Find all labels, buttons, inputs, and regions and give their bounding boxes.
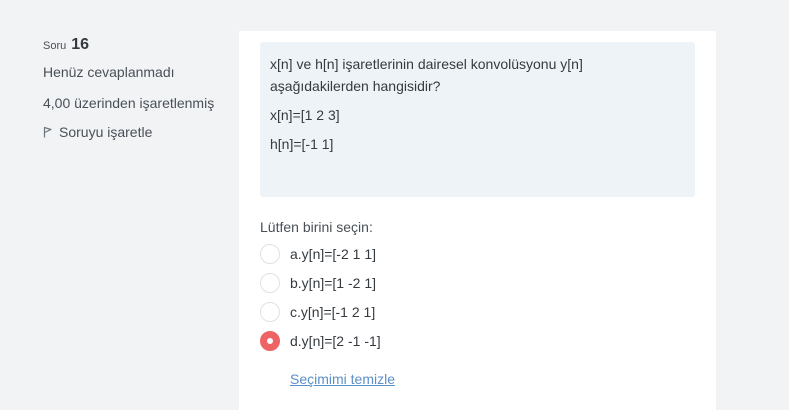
answer-option-a-label[interactable]: a.y[n]=[-2 1 1] bbox=[290, 246, 376, 262]
question-number-line: Soru 16 bbox=[43, 36, 233, 54]
answer-option-c[interactable]: c.y[n]=[-1 2 1] bbox=[260, 297, 690, 326]
answer-block: Lütfen birini seçin: a.y[n]=[-2 1 1] b.y… bbox=[260, 218, 690, 389]
flag-question-label: Soruyu işaretle bbox=[59, 124, 153, 140]
question-content: x[n] ve h[n] işaretlerinin dairesel konv… bbox=[239, 31, 716, 410]
question-grade: 4,00 üzerinden işaretlenmiş bbox=[43, 95, 215, 111]
answer-option-d[interactable]: d.y[n]=[2 -1 -1] bbox=[260, 326, 690, 355]
question-number: 16 bbox=[71, 36, 90, 53]
flag-question-link[interactable]: Soruyu işaretle bbox=[43, 122, 233, 142]
answer-option-a[interactable]: a.y[n]=[-2 1 1] bbox=[260, 239, 690, 268]
question-text-box: x[n] ve h[n] işaretlerinin dairesel konv… bbox=[260, 42, 695, 197]
answer-option-d-label[interactable]: d.y[n]=[2 -1 -1] bbox=[290, 333, 381, 349]
question-text: x[n] ve h[n] işaretlerinin dairesel konv… bbox=[270, 56, 583, 94]
question-number-label: Soru bbox=[43, 40, 67, 52]
answer-prompt: Lütfen birini seçin: bbox=[260, 219, 373, 235]
flag-icon bbox=[43, 126, 53, 138]
h-definition: h[n]=[-1 1] bbox=[270, 136, 334, 152]
radio-option-c[interactable] bbox=[260, 301, 280, 322]
x-definition: x[n]=[1 2 3] bbox=[270, 107, 340, 123]
answer-option-b-label[interactable]: b.y[n]=[1 -2 1] bbox=[290, 275, 376, 291]
clear-choice-link[interactable]: Seçimimi temizle bbox=[290, 371, 395, 387]
question-state: Henüz cevaplanmadı bbox=[43, 64, 175, 80]
answer-option-c-label[interactable]: c.y[n]=[-1 2 1] bbox=[290, 304, 375, 320]
radio-option-a[interactable] bbox=[260, 243, 280, 264]
answer-option-b[interactable]: b.y[n]=[1 -2 1] bbox=[260, 268, 690, 297]
radio-option-b[interactable] bbox=[260, 272, 280, 293]
question-info-panel: Soru 16 Henüz cevaplanmadı 4,00 üzerinde… bbox=[43, 36, 233, 142]
radio-option-d[interactable] bbox=[260, 330, 280, 351]
